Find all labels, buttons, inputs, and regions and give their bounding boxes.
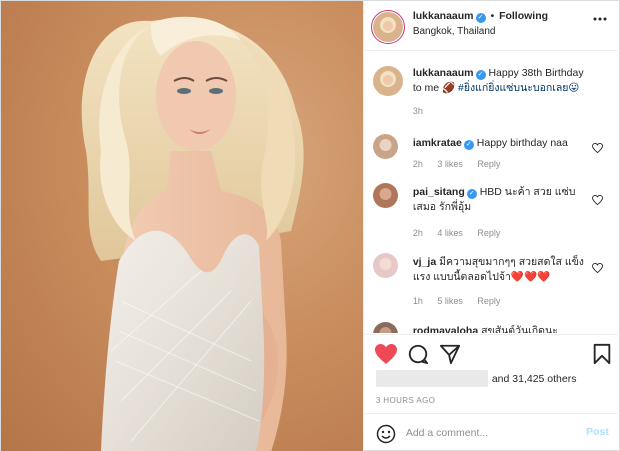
- comment-like-heart-icon[interactable]: [591, 263, 603, 273]
- paper-plane-icon[interactable]: [438, 343, 462, 365]
- comment-body: Happy birthday naa: [476, 137, 568, 149]
- post-actions: and 31,425 others 3 HOURS AGO Post: [363, 334, 620, 451]
- comment-meta: 1h 5 likes Reply: [413, 296, 513, 306]
- comment-likes[interactable]: 5 likes: [437, 296, 463, 306]
- add-comment-input[interactable]: [405, 423, 576, 443]
- reply-button[interactable]: Reply: [477, 159, 500, 169]
- comment-text: iamkratae ✓ Happy birthday naa: [413, 136, 593, 151]
- comments-list[interactable]: lukkanaaum ✓ Happy 38th Birthday to me 🏈 …: [364, 52, 620, 333]
- avatar-image: [372, 322, 398, 333]
- verified-badge-icon: ✓: [466, 189, 477, 199]
- location-link[interactable]: Bangkok, Thailand: [413, 26, 496, 37]
- comment-item: vj_ja มีความสุขมากๆๆ สวยสดใส แข็งแรง แบบ…: [364, 253, 620, 313]
- verified-badge-icon: ✓: [475, 70, 486, 80]
- avatar-image: [372, 12, 403, 42]
- more-options-icon[interactable]: [593, 13, 607, 25]
- likes-count[interactable]: and 31,425 others: [492, 373, 577, 385]
- reply-button[interactable]: Reply: [477, 228, 500, 238]
- comment-avatar[interactable]: [372, 183, 398, 208]
- caption: lukkanaaum ✓ Happy 38th Birthday to me 🏈 …: [364, 64, 620, 124]
- avatar-image: [372, 134, 398, 159]
- caption-meta: 3h: [413, 106, 435, 116]
- following-button[interactable]: Following: [499, 10, 548, 22]
- header-title-row: lukkanaaum ✓ • Following: [413, 10, 548, 23]
- heart-filled-icon[interactable]: [374, 343, 398, 365]
- comment-likes[interactable]: 4 likes: [437, 228, 463, 238]
- verified-badge-icon: ✓: [463, 140, 474, 150]
- caption-time[interactable]: 3h: [413, 106, 423, 116]
- post-timestamp[interactable]: 3 HOURS AGO: [376, 396, 436, 405]
- comment-time[interactable]: 2h: [413, 159, 423, 169]
- add-comment-bar: Post: [363, 413, 620, 451]
- comment-body: มีความสุขมากๆๆ สวยสดใส แข็งแรง แบบนี้ตลอ…: [412, 256, 584, 283]
- comment-username[interactable]: rodmavaloha: [413, 325, 478, 333]
- comment-like-heart-icon[interactable]: [591, 143, 603, 153]
- comment-username[interactable]: pai_sitang: [413, 186, 465, 198]
- caption-text: lukkanaaum ✓ Happy 38th Birthday to me 🏈 …: [413, 66, 593, 96]
- comment-bubble-icon[interactable]: [406, 343, 430, 365]
- post-header: lukkanaaum ✓ • Following Bangkok, Thailan…: [363, 1, 620, 51]
- avatar-image: [372, 183, 398, 208]
- comment-text: pai_sitang ✓ HBD นะค้า สวย แซ่บ เสมอ รักพ…: [413, 185, 593, 215]
- post-photo[interactable]: [1, 1, 363, 451]
- reply-button[interactable]: Reply: [477, 296, 500, 306]
- comment-meta: 2h 4 likes Reply: [413, 228, 513, 238]
- instagram-post: lukkanaaum ✓ • Following Bangkok, Thailan…: [0, 0, 620, 451]
- header-username[interactable]: lukkanaaum: [413, 10, 474, 22]
- header-separator: •: [490, 10, 495, 22]
- comment-avatar[interactable]: [372, 322, 398, 333]
- comment-text: vj_ja มีความสุขมากๆๆ สวยสดใส แข็งแรง แบบ…: [413, 255, 593, 285]
- comment-item: rodmavaloha สุขสันต์วันเกิดนะ: [364, 322, 620, 333]
- avatar-image: [372, 253, 398, 278]
- comment-body: สุขสันต์วันเกิดนะ: [481, 325, 558, 333]
- comment-item: iamkratae ✓ Happy birthday naa 2h 3 likes…: [364, 134, 620, 174]
- comment-item: pai_sitang ✓ HBD นะค้า สวย แซ่บ เสมอ รักพ…: [364, 183, 620, 243]
- comment-username[interactable]: iamkratae: [413, 137, 462, 149]
- comment-time[interactable]: 1h: [413, 296, 423, 306]
- comment-username[interactable]: vj_ja: [413, 256, 436, 268]
- comment-likes[interactable]: 3 likes: [437, 159, 463, 169]
- comment-meta: 2h 3 likes Reply: [413, 159, 513, 169]
- comment-avatar[interactable]: [372, 253, 398, 278]
- verified-badge-icon: ✓: [475, 13, 486, 23]
- post-comment-button[interactable]: Post: [586, 426, 609, 438]
- post-side-panel: lukkanaaum ✓ • Following Bangkok, Thailan…: [362, 1, 620, 451]
- caption-username[interactable]: lukkanaaum: [413, 67, 474, 79]
- emoji-icon[interactable]: [376, 424, 396, 444]
- comment-like-heart-icon[interactable]: [591, 195, 603, 205]
- bookmark-icon[interactable]: [590, 343, 614, 365]
- caption-hashtag[interactable]: #ยิ่งแก่ยิ่งแซ่บนะบอกเลย😛: [458, 82, 579, 94]
- avatar[interactable]: [372, 12, 403, 42]
- avatar-image: [372, 66, 403, 96]
- comment-time[interactable]: 2h: [413, 228, 423, 238]
- liked-by-avatars-redacted[interactable]: [375, 370, 488, 387]
- woman-portrait-image: [81, 16, 304, 451]
- caption-avatar[interactable]: [372, 66, 403, 96]
- comment-text: rodmavaloha สุขสันต์วันเกิดนะ: [413, 324, 593, 333]
- comment-avatar[interactable]: [372, 134, 398, 159]
